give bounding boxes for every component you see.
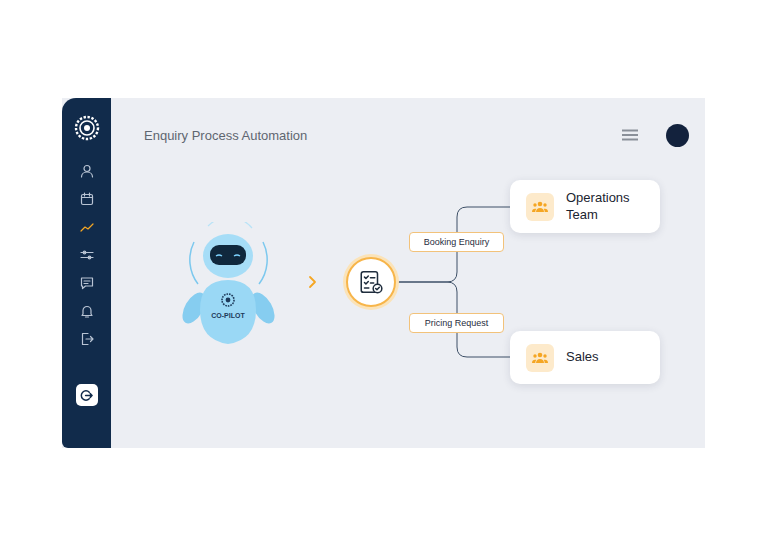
logo-icon bbox=[73, 114, 101, 142]
chevron-icon bbox=[308, 275, 318, 289]
trend-icon bbox=[80, 220, 94, 234]
page: Enquiry Process Automation CO-PILOT Bookin… bbox=[0, 0, 768, 535]
diagram: CO-PILOT Booking Enquiry Pricing Request Op… bbox=[111, 156, 705, 448]
team-badge bbox=[526, 344, 554, 372]
page-title: Enquiry Process Automation bbox=[144, 128, 307, 143]
header-actions bbox=[622, 124, 689, 147]
bell-icon bbox=[80, 304, 94, 318]
sidebar bbox=[62, 98, 111, 448]
route-label: Booking Enquiry bbox=[409, 232, 504, 252]
user-icon bbox=[80, 164, 94, 178]
sidebar-item[interactable] bbox=[80, 220, 94, 234]
avatar[interactable] bbox=[666, 124, 689, 147]
people-icon bbox=[532, 352, 548, 364]
sidebar-item[interactable] bbox=[80, 276, 94, 290]
switch-icon bbox=[80, 389, 93, 402]
copilot-robot-icon: CO-PILOT bbox=[172, 222, 285, 348]
app-window: Enquiry Process Automation CO-PILOT Bookin… bbox=[62, 98, 705, 448]
chat-icon bbox=[80, 276, 94, 290]
switch-button[interactable] bbox=[76, 384, 98, 406]
sliders-icon bbox=[80, 248, 94, 262]
sidebar-item[interactable] bbox=[80, 248, 94, 262]
menu-icon[interactable] bbox=[622, 129, 638, 141]
sidebar-item[interactable] bbox=[80, 164, 94, 178]
copilot-badge: CO-PILOT bbox=[211, 312, 245, 319]
target-name: Sales bbox=[566, 349, 599, 366]
sidebar-item[interactable] bbox=[80, 332, 94, 346]
target-card[interactable]: Sales bbox=[510, 331, 660, 384]
route-label: Pricing Request bbox=[409, 313, 504, 333]
sidebar-item[interactable] bbox=[80, 304, 94, 318]
calendar-icon bbox=[80, 192, 94, 206]
enquiry-hub[interactable] bbox=[346, 257, 396, 307]
main-area: Enquiry Process Automation CO-PILOT Bookin… bbox=[111, 98, 705, 448]
logout-icon bbox=[80, 332, 94, 346]
target-card[interactable]: Operations Team bbox=[510, 180, 660, 233]
people-icon bbox=[532, 201, 548, 213]
checklist-icon bbox=[358, 269, 384, 295]
header: Enquiry Process Automation bbox=[111, 98, 705, 156]
sidebar-item[interactable] bbox=[80, 192, 94, 206]
team-badge bbox=[526, 193, 554, 221]
sidebar-nav bbox=[80, 164, 94, 346]
target-name: Operations Team bbox=[566, 190, 648, 224]
